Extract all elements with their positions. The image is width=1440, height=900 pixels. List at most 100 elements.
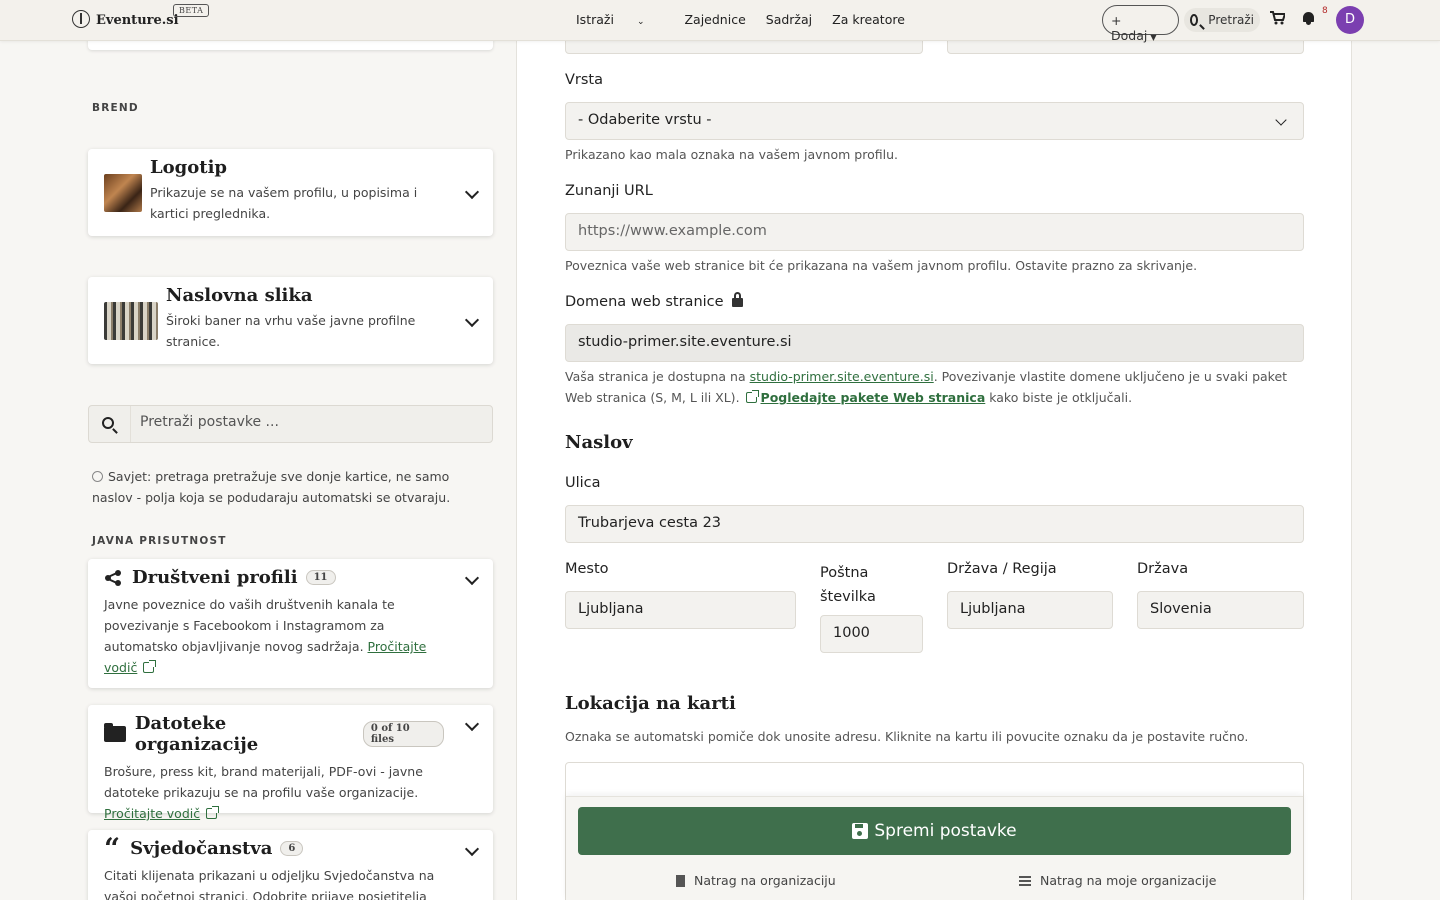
settings-search[interactable]: [88, 405, 493, 443]
chevron-down-icon[interactable]: [464, 841, 480, 857]
domain-label-text: Domena web stranice: [565, 294, 724, 310]
search-icon-cell: [89, 406, 131, 442]
bell-icon[interactable]: [1302, 11, 1315, 25]
global-search-label: Pretraži: [1208, 13, 1254, 27]
country-label: Država: [1137, 561, 1189, 577]
caret-down-icon: ▼: [1150, 33, 1157, 42]
testimonials-count: 6: [280, 841, 304, 856]
logo-card[interactable]: Logotip Prikazuje se na vašem profilu, u…: [88, 149, 493, 236]
add-dropdown-button[interactable]: + Dodaj ▼: [1102, 5, 1179, 43]
cover-card-title: Naslovna slika: [166, 285, 313, 306]
domain-link[interactable]: studio-primer.site.eventure.si: [750, 369, 934, 384]
nav-content[interactable]: Sadržaj: [766, 12, 812, 27]
share-icon: [104, 569, 122, 587]
section-label-brand: BREND: [92, 102, 139, 114]
search-icon: [102, 417, 114, 429]
type-select-value: - Odaberite vrstu -: [578, 112, 712, 128]
section-label-public: JAVNA PRISUTNOST: [92, 535, 227, 547]
org-files-card[interactable]: Datoteke organizacije 0 of 10 files Broš…: [88, 705, 493, 821]
files-guide-link[interactable]: Pročitajte vodič: [104, 806, 200, 821]
quote-icon: “: [104, 831, 121, 865]
type-help: Prikazano kao mala oznaka na vašem javno…: [565, 147, 898, 162]
packages-link[interactable]: Pogledajte pakete Web stranica: [761, 390, 986, 405]
chevron-down-icon[interactable]: [464, 570, 480, 586]
url-label: Zunanji URL: [565, 183, 653, 199]
save-settings-label: Spremi postavke: [874, 821, 1017, 841]
org-files-title: Datoteke organizacije: [134, 713, 259, 755]
nav-explore-label: Istraži: [576, 12, 614, 27]
add-label: + Dodaj: [1111, 13, 1148, 43]
global-search-button[interactable]: Pretraži: [1184, 8, 1260, 32]
cart-icon[interactable]: [1270, 11, 1287, 29]
nav-communities[interactable]: Zajednice: [684, 12, 745, 27]
settings-sidebar: BREND Logotip Prikazuje se na vašem prof…: [0, 0, 516, 900]
social-profiles-title: Društveni profili: [132, 567, 298, 588]
brand-name: Eventure.si: [96, 13, 179, 28]
beta-badge: BETA: [173, 4, 210, 17]
social-profiles-desc: Javne poveznice do vaših društvenih kana…: [104, 597, 395, 654]
back-to-org-label: Natrag na organizaciju: [694, 873, 836, 888]
user-avatar[interactable]: D: [1336, 6, 1364, 34]
folder-open-icon: [104, 723, 126, 742]
country-input[interactable]: Slovenia: [1137, 591, 1304, 629]
street-input[interactable]: Trubarjeva cesta 23: [565, 505, 1304, 543]
address-heading: Naslov: [565, 432, 633, 453]
logo-thumbnail: [104, 174, 142, 212]
sticky-action-bar: Spremi postavke Natrag na organizaciju N…: [566, 796, 1303, 900]
testimonials-title: Svjedočanstva: [130, 838, 273, 859]
external-link-icon: [206, 806, 220, 819]
main-nav: Istraži ⌄ Zajednice Sadržaj Za kreatore: [576, 12, 925, 27]
top-navbar: Eventure.si BETA Istraži ⌄ Zajednice Sadr…: [0, 0, 1440, 43]
social-profiles-card[interactable]: Društveni profili 11 Javne poveznice do …: [88, 559, 493, 688]
map-help: Oznaka se automatski pomiče dok unosite …: [565, 729, 1249, 744]
back-to-my-orgs-label: Natrag na moje organizacije: [1040, 873, 1217, 888]
cover-card-desc: Široki baner na vrhu vaše javne profilne…: [166, 313, 416, 349]
nav-for-creators[interactable]: Za kreatore: [832, 12, 905, 27]
city-label: Mesto: [565, 561, 609, 577]
brand-home-link[interactable]: Eventure.si BETA: [72, 4, 210, 28]
back-to-my-orgs-link[interactable]: Natrag na moje organizacije: [1019, 873, 1216, 888]
external-link-icon: [143, 660, 157, 673]
chevron-down-icon: ⌄: [636, 17, 645, 27]
search-tip: Savjet: pretraga pretražuje sve donje ka…: [92, 466, 472, 508]
chevron-down-icon[interactable]: [464, 312, 480, 328]
search-icon: [1190, 14, 1199, 26]
type-label: Vrsta: [565, 72, 604, 88]
social-profiles-count: 11: [305, 570, 336, 585]
save-settings-button[interactable]: Spremi postavke: [578, 807, 1291, 855]
domain-help-pre: Vaša stranica je dostupna na: [565, 369, 750, 384]
postal-label: Poštna številka: [820, 565, 876, 605]
postal-input[interactable]: 1000: [820, 615, 923, 653]
city-input[interactable]: Ljubljana: [565, 591, 796, 629]
url-help: Poveznica vaše web stranice bit će prika…: [565, 258, 1198, 273]
search-tip-text: Savjet: pretraga pretražuje sve donje ka…: [92, 469, 451, 505]
domain-help: Vaša stranica je dostupna na studio-prim…: [565, 366, 1305, 408]
url-input[interactable]: https://www.example.com: [565, 213, 1304, 251]
back-to-org-link[interactable]: Natrag na organizaciju: [676, 873, 836, 888]
street-label: Ulica: [565, 475, 601, 491]
testimonials-card[interactable]: “ Svjedočanstva 6 Citati klijenata prika…: [88, 830, 493, 900]
save-icon: [852, 823, 869, 839]
region-label: Država / Regija: [947, 561, 1057, 577]
domain-label: Domena web stranice: [565, 292, 743, 310]
chevron-down-icon[interactable]: [464, 184, 480, 200]
chevron-down-icon: [1275, 114, 1287, 126]
map-heading: Lokacija na karti: [565, 693, 736, 714]
org-files-count: 0 of 10 files: [362, 721, 444, 747]
logo-card-desc: Prikazuje se na vašem profilu, u popisim…: [150, 185, 418, 221]
chevron-down-icon[interactable]: [464, 716, 480, 732]
org-files-desc: Brošure, press kit, brand materijali, PD…: [104, 764, 423, 800]
settings-search-input[interactable]: [140, 414, 470, 430]
external-link-icon: [745, 390, 759, 403]
type-select[interactable]: - Odaberite vrstu -: [565, 102, 1304, 140]
region-input[interactable]: Ljubljana: [947, 591, 1113, 629]
nav-explore[interactable]: Istraži ⌄: [576, 12, 664, 27]
list-icon: [1019, 875, 1031, 886]
domain-help-post: kako biste je otključali.: [985, 390, 1133, 405]
building-icon: [676, 874, 685, 887]
cover-card[interactable]: Naslovna slika Široki baner na vrhu vaše…: [88, 277, 493, 364]
search-icon: [92, 471, 103, 482]
logo-card-title: Logotip: [150, 157, 227, 178]
testimonials-desc: Citati klijenata prikazani u odjeljku Sv…: [104, 868, 435, 900]
domain-input: studio-primer.site.eventure.si: [565, 324, 1304, 362]
